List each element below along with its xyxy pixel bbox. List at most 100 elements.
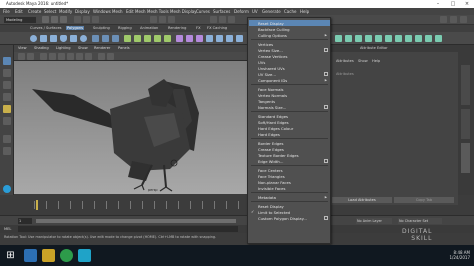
toggle-panel-icon[interactable] <box>440 16 447 23</box>
render-settings-icon[interactable] <box>228 16 235 23</box>
tab-channel-box[interactable] <box>461 65 470 105</box>
select-by-hierarchy-icon[interactable] <box>74 16 81 23</box>
maya-taskbar-icon[interactable] <box>78 249 91 262</box>
uv-editor-icon[interactable] <box>176 35 183 42</box>
menu-mesh-display[interactable]: Mesh Display <box>170 9 197 14</box>
multi-cut-icon[interactable] <box>154 35 161 42</box>
shelf-tool-icon[interactable] <box>395 35 402 42</box>
camera-attributes-icon[interactable] <box>27 53 34 60</box>
lasso-tool-icon[interactable] <box>3 69 11 77</box>
xray-icon[interactable] <box>98 53 105 60</box>
menu-item-face-centers[interactable]: Face Centers <box>258 168 283 173</box>
menu-item-limit-to-selected[interactable]: Limit to Selected <box>258 210 290 215</box>
menu-item-face-normals[interactable]: Face Normals <box>258 87 284 92</box>
viewport-menu-shading[interactable]: Shading <box>34 46 49 50</box>
menu-item-custom-polygon-display[interactable]: Custom Polygon Display... <box>258 216 307 221</box>
camera-select-icon[interactable] <box>18 53 25 60</box>
menu-item-reset-display[interactable]: Reset Display <box>258 204 284 209</box>
bird-model[interactable] <box>14 61 248 194</box>
menu-edit-mesh[interactable]: Edit Mesh <box>126 9 146 14</box>
wireframe-icon[interactable] <box>49 53 56 60</box>
planar-map-icon[interactable] <box>186 35 193 42</box>
menu-item-standard-edges[interactable]: Standard Edges <box>258 114 288 119</box>
viewport-menu-view[interactable]: View <box>18 46 27 50</box>
save-scene-icon[interactable] <box>60 16 67 23</box>
menu-item-uvs[interactable]: UVs <box>258 60 265 65</box>
tab-fx[interactable]: FX <box>196 26 201 30</box>
menu-cache[interactable]: Cache <box>284 9 296 14</box>
menu-file[interactable]: File <box>3 9 10 14</box>
tab-curves-surfaces[interactable]: Curves / Surfaces <box>30 26 62 30</box>
shelf-tool-icon[interactable] <box>425 35 432 42</box>
browser-icon[interactable] <box>24 249 37 262</box>
tab-fx-caching[interactable]: FX Caching <box>207 26 227 30</box>
isolate-select-icon[interactable] <box>107 53 114 60</box>
menu-item-hard-edges[interactable]: Hard Edges <box>258 132 280 137</box>
menu-item-uv-size[interactable]: UV Size... <box>258 72 276 77</box>
poly-plane-icon[interactable] <box>70 35 77 42</box>
menu-item-reset-display[interactable]: Reset Display <box>258 21 284 26</box>
menu-deform[interactable]: Deform <box>234 9 249 14</box>
combine-icon[interactable] <box>92 35 99 42</box>
snap-curve-icon[interactable] <box>159 16 166 23</box>
shelf-tool-icon[interactable] <box>335 35 342 42</box>
menu-help[interactable]: Help <box>300 9 309 14</box>
scale-tool-icon[interactable] <box>3 117 11 125</box>
viewport-menu-show[interactable]: Show <box>78 46 88 50</box>
shelf-tool-icon[interactable] <box>405 35 412 42</box>
reduce-icon[interactable] <box>216 35 223 42</box>
load-attributes-button[interactable]: Load Attributes <box>332 197 392 203</box>
new-scene-icon[interactable] <box>42 16 49 23</box>
system-tray[interactable]: 8:48 AM 1/24/2017 <box>449 250 470 260</box>
menu-mesh-tools[interactable]: Mesh Tools <box>147 9 169 14</box>
file-explorer-icon[interactable] <box>42 249 55 262</box>
menu-edit[interactable]: Edit <box>15 9 23 14</box>
option-box-icon[interactable] <box>324 48 328 52</box>
tab-rendering[interactable]: Rendering <box>168 26 186 30</box>
menu-item-vertex-normals[interactable]: Vertex Normals <box>258 93 287 98</box>
character-set-dropdown[interactable]: No Character Set <box>398 218 442 224</box>
panel-menu-attributes[interactable]: Attributes <box>336 59 354 63</box>
menu-item-culling-options[interactable]: Culling Options <box>258 33 287 38</box>
menu-item-texture-border-edges[interactable]: Texture Border Edges <box>258 153 299 158</box>
viewport-menu-lighting[interactable]: Lighting <box>56 46 71 50</box>
layout-single-icon[interactable] <box>3 135 11 143</box>
viewport-menu-renderer[interactable]: Renderer <box>94 46 110 50</box>
copy-tab-button[interactable]: Copy Tab <box>394 197 454 203</box>
menu-item-edge-width[interactable]: Edge Width... <box>258 159 283 164</box>
chrome-icon[interactable] <box>60 249 73 262</box>
menu-windows[interactable]: Windows <box>93 9 111 14</box>
minimize-icon[interactable]: – <box>432 0 444 8</box>
menu-item-unshared-uvs[interactable]: Unshared UVs <box>258 66 285 71</box>
paint-select-icon[interactable] <box>3 81 11 89</box>
shadows-icon[interactable] <box>85 53 92 60</box>
layout-four-icon[interactable] <box>3 147 11 155</box>
mirror-icon[interactable] <box>206 35 213 42</box>
option-box-icon[interactable] <box>324 72 328 76</box>
menu-generate[interactable]: Generate <box>262 9 281 14</box>
menu-item-normals-size[interactable]: Normals Size... <box>258 105 286 110</box>
tab-modeling-toolkit[interactable] <box>461 109 470 139</box>
shelf-tool-icon[interactable] <box>385 35 392 42</box>
ipr-render-icon[interactable] <box>219 16 226 23</box>
mel-input[interactable] <box>18 226 238 232</box>
extrude-icon[interactable] <box>124 35 131 42</box>
snap-point-icon[interactable] <box>168 16 175 23</box>
toggle-panel-icon[interactable] <box>450 16 457 23</box>
textured-icon[interactable] <box>67 53 74 60</box>
poly-torus-icon[interactable] <box>80 35 87 42</box>
separate-icon[interactable] <box>102 35 109 42</box>
menu-item-crease-edges[interactable]: Crease Edges <box>258 147 284 152</box>
smooth-icon[interactable] <box>112 35 119 42</box>
menu-item-tangents[interactable]: Tangents <box>258 99 275 104</box>
poly-cube-icon[interactable] <box>40 35 47 42</box>
menu-uv[interactable]: UV <box>252 9 258 14</box>
target-weld-icon[interactable] <box>164 35 171 42</box>
shelf-tool-icon[interactable] <box>415 35 422 42</box>
fill-hole-icon[interactable] <box>226 35 233 42</box>
close-icon[interactable]: × <box>461 0 473 8</box>
shelf-tool-icon[interactable] <box>355 35 362 42</box>
poly-cone-icon[interactable] <box>60 35 67 42</box>
menu-create[interactable]: Create <box>28 9 41 14</box>
option-box-icon[interactable] <box>324 216 328 220</box>
